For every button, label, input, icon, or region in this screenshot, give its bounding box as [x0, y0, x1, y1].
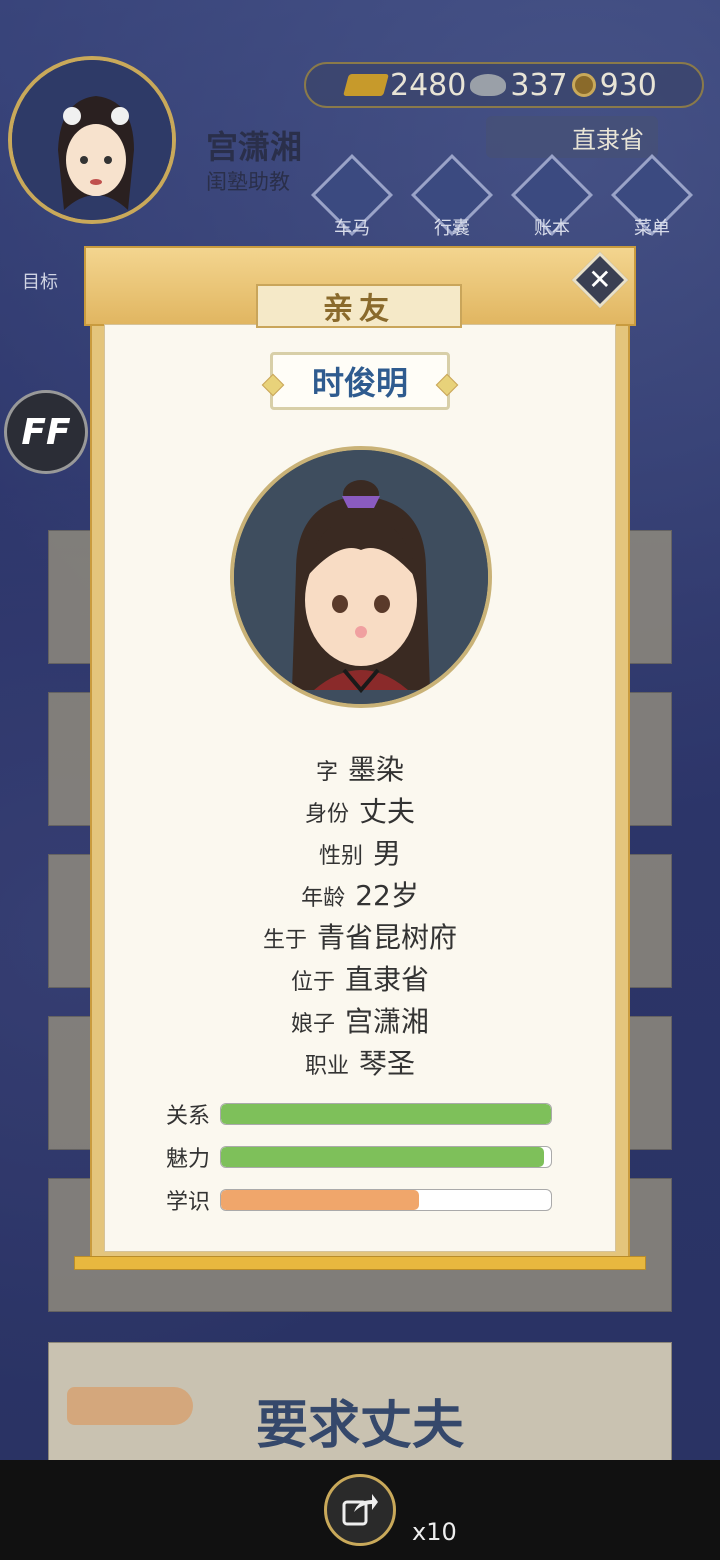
coin-icon — [571, 73, 596, 97]
player-title: 闺塾助教 — [206, 170, 290, 194]
info-row: 年龄 22岁 — [74, 874, 646, 916]
info-value: 丈夫 — [359, 795, 416, 828]
info-label: 年龄 — [301, 886, 346, 911]
silver-ingot-icon — [470, 74, 507, 96]
info-row: 位于 直隶省 — [74, 958, 646, 1000]
info-row: 性别 男 — [74, 832, 646, 874]
coin-counter: 930 — [571, 67, 657, 103]
menu-ledger[interactable]: 账本 — [510, 153, 594, 242]
person-portrait — [230, 446, 492, 708]
gold-counter: 2480 — [343, 67, 467, 103]
silver-counter: 337 — [470, 67, 568, 103]
info-row: 生于 青省昆树府 — [74, 916, 646, 958]
stat-label: 关系 — [166, 1103, 211, 1129]
menu-label: 账本 — [534, 218, 570, 239]
stat-label: 学识 — [166, 1189, 211, 1215]
menu-carriage[interactable]: 车马 — [310, 153, 394, 242]
currency-bar: 2480 337 930 — [304, 62, 704, 108]
gold-ingot-icon — [343, 74, 389, 96]
modal-tab-title: 亲友 — [256, 284, 462, 328]
info-row: 职业 琴圣 — [74, 1042, 646, 1084]
modal-bottom-rod — [74, 1256, 646, 1270]
stat-track — [220, 1145, 552, 1168]
close-icon: ✕ — [588, 263, 612, 296]
stat-bars: 关系 魅力 学识 — [166, 1092, 566, 1221]
relative-profile-modal: 亲友 ✕ 时俊明 字 墨染 身份 丈夫 性别 男 年龄 22岁 生于 青省昆树府… — [74, 246, 646, 1270]
share-button[interactable] — [324, 1474, 396, 1546]
stat-track — [220, 1188, 552, 1211]
info-value: 宫潇湘 — [345, 1005, 430, 1038]
info-label: 娘子 — [290, 1012, 335, 1037]
info-label: 身份 — [304, 802, 349, 827]
share-icon — [342, 1494, 378, 1526]
gold-value: 2480 — [390, 67, 467, 103]
info-row: 身份 丈夫 — [74, 790, 646, 832]
menu-main[interactable]: 菜单 — [610, 153, 694, 242]
info-label: 字 — [315, 760, 338, 785]
menu-bag[interactable]: 行囊 — [410, 153, 494, 242]
stat-fill — [221, 1146, 545, 1167]
menu-label: 行囊 — [434, 218, 470, 239]
coin-value: 930 — [599, 67, 657, 103]
target-label: 目标 — [22, 272, 58, 293]
info-label: 职业 — [304, 1054, 349, 1079]
stat-fill — [221, 1103, 551, 1124]
info-value: 琴圣 — [359, 1047, 416, 1080]
info-value: 墨染 — [348, 753, 405, 786]
menu-label: 菜单 — [634, 218, 670, 239]
action-label: 要求丈夫 — [255, 1396, 464, 1456]
stat-row-knowledge: 学识 — [166, 1178, 566, 1221]
silver-value: 337 — [510, 67, 568, 103]
request-husband-button[interactable]: 要求丈夫 — [48, 1342, 672, 1472]
info-label: 位于 — [290, 970, 335, 995]
person-name: 时俊明 — [270, 352, 450, 410]
info-value: 直隶省 — [345, 963, 430, 996]
info-value: 青省昆树府 — [317, 921, 458, 954]
location-tag[interactable]: 直隶省 — [486, 116, 658, 158]
info-row: 字 墨染 — [74, 748, 646, 790]
info-value: 男 — [373, 837, 402, 870]
player-name: 宫潇湘 — [206, 128, 303, 166]
stat-track — [220, 1102, 552, 1125]
info-label: 生于 — [262, 928, 307, 953]
stat-row-charm: 魅力 — [166, 1135, 566, 1178]
stat-row-relation: 关系 — [166, 1092, 566, 1135]
bottom-bar: x10 — [0, 1460, 720, 1560]
info-value: 22岁 — [355, 879, 419, 912]
person-info-list: 字 墨染 身份 丈夫 性别 男 年龄 22岁 生于 青省昆树府 位于 直隶省 娘… — [74, 748, 646, 1084]
info-label: 性别 — [318, 844, 363, 869]
info-row: 娘子 宫潇湘 — [74, 1000, 646, 1042]
top-menu: 车马 行囊 账本 菜单 — [310, 153, 694, 242]
player-avatar[interactable] — [8, 56, 176, 224]
stat-label: 魅力 — [166, 1146, 211, 1172]
menu-label: 车马 — [334, 218, 370, 239]
location-label: 直隶省 — [572, 125, 644, 154]
reward-count: x10 — [412, 1518, 457, 1546]
stat-fill — [221, 1189, 419, 1210]
